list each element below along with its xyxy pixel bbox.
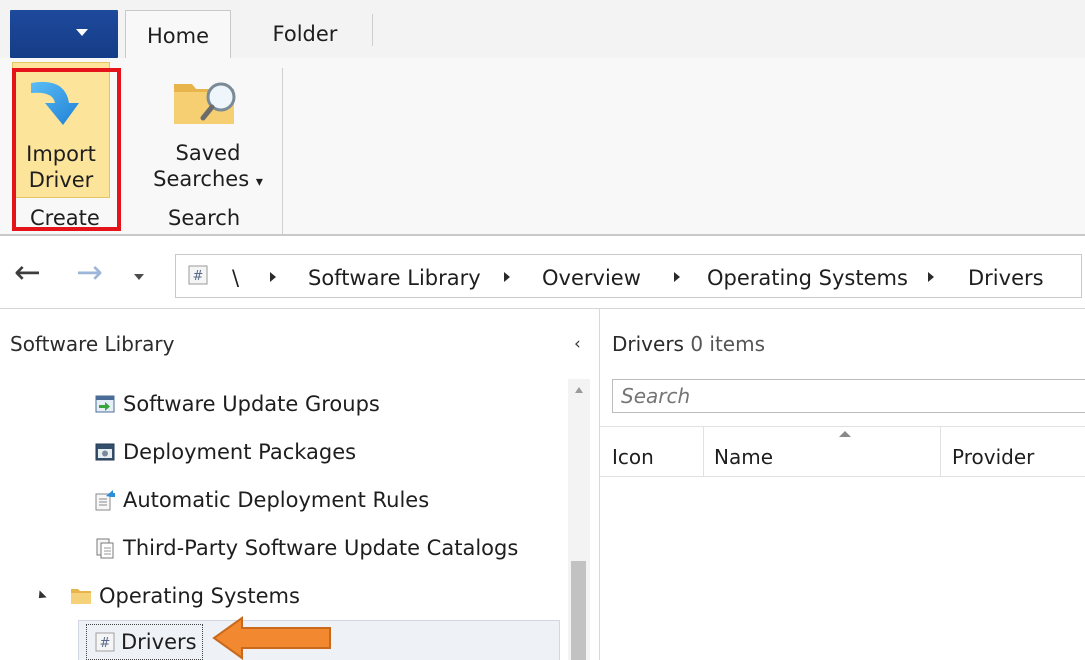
breadcrumb-separator-icon [504,272,510,282]
breadcrumb-separator-icon [928,272,934,282]
group-label-search: Search [168,206,241,230]
tree-item-drivers[interactable]: # Drivers [94,630,197,654]
automatic-deployment-rules-icon [94,489,116,511]
breadcrumb-operating-systems[interactable]: Operating Systems [707,266,908,290]
dropdown-caret-icon: ▾ [255,174,263,190]
tab-folder[interactable]: Folder [238,10,372,58]
highlight-callout-box [12,68,121,231]
catalog-icon [94,537,116,559]
tab-home[interactable]: Home [125,10,231,60]
drivers-icon: # [94,631,116,653]
application-menu-button[interactable] [10,10,118,58]
tree-item-label: Drivers [121,630,197,654]
collapse-pane-icon[interactable]: ‹ [574,334,581,354]
tree-item-operating-systems[interactable]: Operating Systems [35,584,300,608]
breadcrumb-separator-icon [270,272,276,282]
content-title: Drivers 0 items [612,332,765,356]
column-header-provider[interactable]: Provider [952,445,1034,469]
tree-item-label: Third-Party Software Update Catalogs [123,536,519,560]
saved-searches-label-line2: Searches [153,167,250,191]
back-arrow-icon[interactable]: ← [14,256,41,288]
column-divider[interactable] [703,427,704,476]
column-header-name[interactable]: Name [714,445,773,469]
tree-item-deployment-packages[interactable]: Deployment Packages [94,440,356,464]
search-input[interactable] [613,380,1085,412]
folder-search-icon [174,82,236,124]
history-dropdown-icon[interactable] [134,274,144,280]
breadcrumb-software-library[interactable]: Software Library [308,266,481,290]
pane-title: Software Library [10,332,175,356]
tree-expanded-icon[interactable] [35,590,47,602]
ribbon-tab-bar: Home Folder [0,0,1085,60]
breadcrumb-separator-icon [674,272,680,282]
saved-searches-button[interactable]: Saved Searches ▾ [148,62,268,196]
tree-item-software-update-groups[interactable]: Software Update Groups [94,392,380,416]
saved-searches-label-line1: Saved [175,141,241,165]
tree-item-automatic-deployment-rules[interactable]: Automatic Deployment Rules [94,488,429,512]
deployment-packages-icon [94,441,116,463]
breadcrumb-drivers[interactable]: Drivers [968,266,1044,290]
tree-item-third-party-catalogs[interactable]: Third-Party Software Update Catalogs [94,536,518,560]
tree-item-label: Deployment Packages [123,440,357,464]
tree-item-label: Operating Systems [99,584,300,608]
search-field[interactable] [612,379,1085,413]
folder-icon [70,585,92,607]
item-count: 0 items [690,332,766,356]
group-divider [282,68,283,234]
ribbon: Import Driver Saved Searches ▾ Create Se… [0,58,1085,236]
svg-text:#: # [193,269,204,284]
grid-header: Icon Name Provider [600,426,1085,477]
scrollbar-thumb[interactable] [571,561,586,660]
tree-item-label: Software Update Groups [123,392,380,416]
forward-arrow-icon[interactable]: → [76,256,103,288]
svg-text:#: # [100,636,111,651]
breadcrumb-overview[interactable]: Overview [542,266,641,290]
software-update-groups-icon [94,393,116,415]
scroll-up-icon[interactable] [575,387,583,393]
chevron-down-icon [76,29,88,36]
column-divider[interactable] [940,427,941,476]
content-pane: Drivers 0 items Icon Name Provider [600,309,1085,660]
address-bar: ← → # \ Software Library Overview Operat… [0,244,1085,309]
sort-ascending-icon [839,431,851,437]
breadcrumb-root[interactable]: \ [232,266,239,290]
node-icon: # [188,265,208,285]
content-title-name: Drivers [612,332,684,356]
tree-item-label: Automatic Deployment Rules [123,488,430,512]
callout-arrow-icon [212,616,331,660]
column-header-icon[interactable]: Icon [612,445,654,469]
tab-divider [372,14,373,46]
